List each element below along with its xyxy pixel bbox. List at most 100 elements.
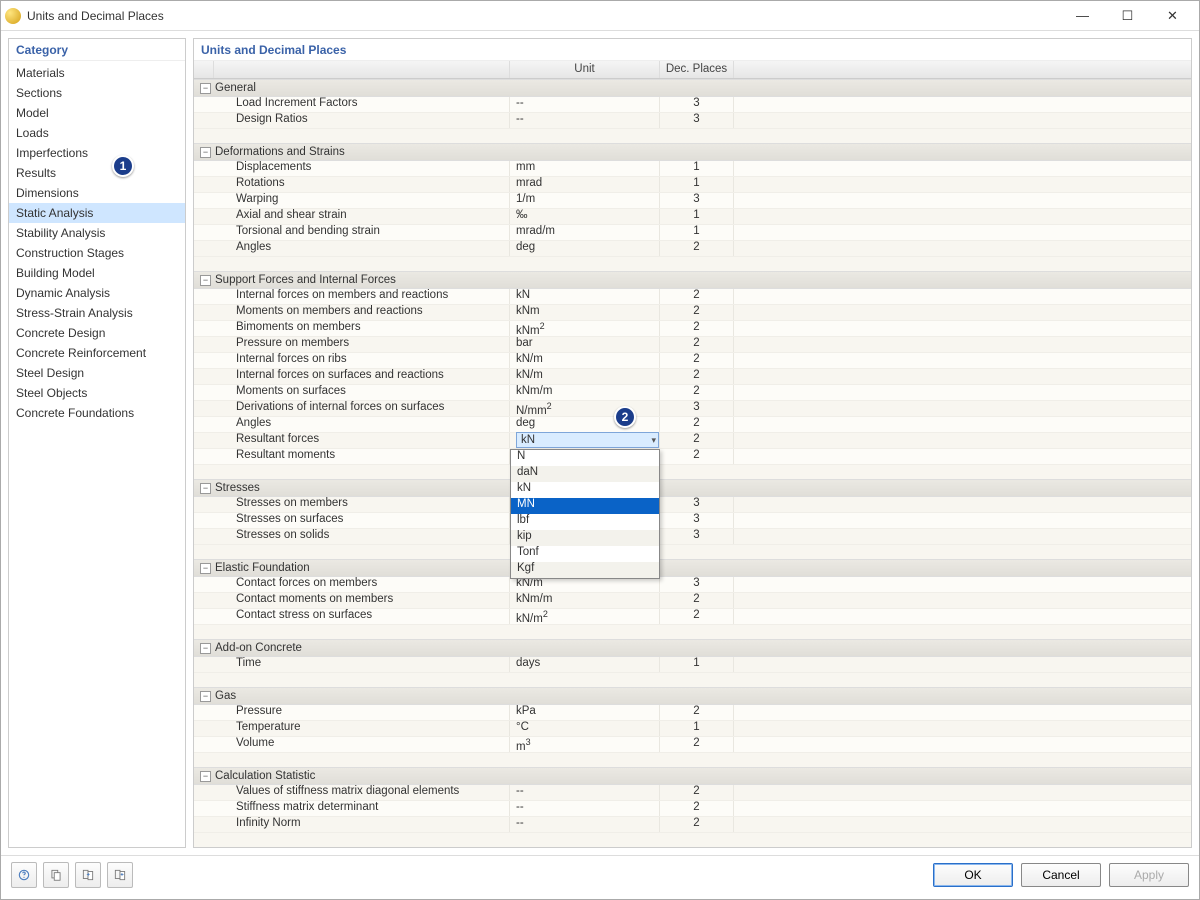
dec-places-cell[interactable]: 1 — [660, 657, 734, 672]
sidebar-item-stability-analysis[interactable]: Stability Analysis — [9, 223, 185, 243]
sidebar-item-steel-objects[interactable]: Steel Objects — [9, 383, 185, 403]
sidebar-item-building-model[interactable]: Building Model — [9, 263, 185, 283]
sidebar-item-model[interactable]: Model — [9, 103, 185, 123]
unit-cell[interactable]: deg — [510, 241, 660, 256]
dec-places-cell[interactable]: 2 — [660, 817, 734, 832]
unit-cell[interactable]: kNm — [510, 305, 660, 320]
ok-button[interactable]: OK — [933, 863, 1013, 887]
collapse-toggle[interactable]: − — [200, 563, 211, 574]
collapse-toggle[interactable]: − — [200, 83, 211, 94]
unit-cell[interactable]: kN/m — [510, 577, 660, 592]
dec-places-cell[interactable]: 2 — [660, 385, 734, 400]
sidebar-item-concrete-foundations[interactable]: Concrete Foundations — [9, 403, 185, 423]
unit-cell[interactable]: kNm/m — [510, 385, 660, 400]
unit-cell[interactable]: °C — [510, 721, 660, 736]
sidebar-item-dynamic-analysis[interactable]: Dynamic Analysis — [9, 283, 185, 303]
unit-cell[interactable]: mrad/m — [510, 225, 660, 240]
dec-places-cell[interactable]: 3 — [660, 193, 734, 208]
dec-places-cell[interactable]: 1 — [660, 225, 734, 240]
unit-cell[interactable]: bar — [510, 337, 660, 352]
sidebar-item-concrete-reinforcement[interactable]: Concrete Reinforcement — [9, 343, 185, 363]
sidebar-item-stress-strain-analysis[interactable]: Stress-Strain Analysis — [9, 303, 185, 323]
unit-cell[interactable]: -- — [510, 817, 660, 832]
dec-places-cell[interactable]: 1 — [660, 161, 734, 176]
unit-cell[interactable]: mm — [510, 161, 660, 176]
sidebar-item-construction-stages[interactable]: Construction Stages — [9, 243, 185, 263]
collapse-toggle[interactable]: − — [200, 483, 211, 494]
help-button[interactable] — [11, 862, 37, 888]
unit-cell[interactable]: 1/m — [510, 193, 660, 208]
collapse-toggle[interactable]: − — [200, 691, 211, 702]
import-button[interactable] — [75, 862, 101, 888]
dec-places-cell[interactable]: 2 — [660, 241, 734, 256]
collapse-toggle[interactable]: − — [200, 275, 211, 286]
unit-cell[interactable]: kN/m — [510, 353, 660, 368]
cancel-button[interactable]: Cancel — [1021, 863, 1101, 887]
unit-cell[interactable]: kPa — [510, 705, 660, 720]
unit-cell[interactable]: N/mm2 — [510, 401, 660, 416]
copy-button[interactable] — [43, 862, 69, 888]
unit-cell[interactable]: -- — [510, 785, 660, 800]
dec-places-cell[interactable]: 2 — [660, 705, 734, 720]
dec-places-cell[interactable]: 1 — [660, 177, 734, 192]
dec-places-cell[interactable]: 3 — [660, 577, 734, 592]
dropdown-option[interactable]: N — [511, 450, 659, 466]
minimize-button[interactable]: — — [1060, 1, 1105, 31]
sidebar-item-materials[interactable]: Materials — [9, 63, 185, 83]
dec-places-cell[interactable]: 3 — [660, 113, 734, 128]
unit-cell[interactable]: kNm2 — [510, 321, 660, 336]
collapse-toggle[interactable]: − — [200, 771, 211, 782]
sidebar-item-sections[interactable]: Sections — [9, 83, 185, 103]
collapse-toggle[interactable]: − — [200, 147, 211, 158]
collapse-toggle[interactable]: − — [200, 643, 211, 654]
dec-places-cell[interactable]: 2 — [660, 609, 734, 624]
dec-places-cell[interactable]: 2 — [660, 353, 734, 368]
dec-places-cell[interactable]: 2 — [660, 737, 734, 752]
dec-places-cell[interactable]: 2 — [660, 801, 734, 816]
column-header-unit[interactable]: Unit — [510, 61, 660, 78]
unit-cell[interactable]: -- — [510, 801, 660, 816]
unit-cell[interactable]: kN▾NdaNkNMNlbfkipTonfKgf — [510, 433, 660, 448]
sidebar-item-results[interactable]: Results — [9, 163, 185, 183]
dec-places-cell[interactable]: 2 — [660, 321, 734, 336]
unit-cell[interactable]: mrad — [510, 177, 660, 192]
unit-cell[interactable]: kNm/m — [510, 593, 660, 608]
dec-places-cell[interactable]: 3 — [660, 97, 734, 112]
column-header-dec-places[interactable]: Dec. Places — [660, 61, 734, 78]
dec-places-cell[interactable]: 2 — [660, 449, 734, 464]
unit-cell[interactable]: -- — [510, 113, 660, 128]
sidebar-item-static-analysis[interactable]: Static Analysis — [9, 203, 185, 223]
dec-places-cell[interactable]: 3 — [660, 497, 734, 512]
dec-places-cell[interactable]: 2 — [660, 369, 734, 384]
unit-dropdown-list[interactable]: NdaNkNMNlbfkipTonfKgf — [510, 449, 660, 579]
unit-cell[interactable]: ‰ — [510, 209, 660, 224]
grid-body[interactable]: −GeneralLoad Increment Factors--3Design … — [194, 79, 1191, 847]
unit-cell[interactable]: kN/m2 — [510, 609, 660, 624]
dec-places-cell[interactable]: 2 — [660, 593, 734, 608]
sidebar-item-steel-design[interactable]: Steel Design — [9, 363, 185, 383]
close-button[interactable]: ✕ — [1150, 1, 1195, 31]
dec-places-cell[interactable]: 3 — [660, 529, 734, 544]
dropdown-option[interactable]: Tonf — [511, 546, 659, 562]
unit-cell[interactable]: deg — [510, 417, 660, 432]
unit-cell[interactable]: days — [510, 657, 660, 672]
dropdown-option[interactable]: MN — [511, 498, 659, 514]
unit-cell[interactable]: -- — [510, 97, 660, 112]
dec-places-cell[interactable]: 2 — [660, 337, 734, 352]
unit-cell[interactable]: kN — [510, 289, 660, 304]
dropdown-option[interactable]: Kgf — [511, 562, 659, 578]
dec-places-cell[interactable]: 3 — [660, 401, 734, 416]
sidebar-item-concrete-design[interactable]: Concrete Design — [9, 323, 185, 343]
dec-places-cell[interactable]: 2 — [660, 289, 734, 304]
dropdown-option[interactable]: daN — [511, 466, 659, 482]
dec-places-cell[interactable]: 1 — [660, 209, 734, 224]
unit-dropdown-editor[interactable]: kN▾ — [516, 432, 659, 448]
export-button[interactable] — [107, 862, 133, 888]
dec-places-cell[interactable]: 2 — [660, 433, 734, 448]
dec-places-cell[interactable]: 3 — [660, 513, 734, 528]
sidebar-item-dimensions[interactable]: Dimensions — [9, 183, 185, 203]
dropdown-option[interactable]: kN — [511, 482, 659, 498]
unit-cell[interactable]: m3 — [510, 737, 660, 752]
sidebar-item-loads[interactable]: Loads — [9, 123, 185, 143]
dec-places-cell[interactable]: 2 — [660, 305, 734, 320]
